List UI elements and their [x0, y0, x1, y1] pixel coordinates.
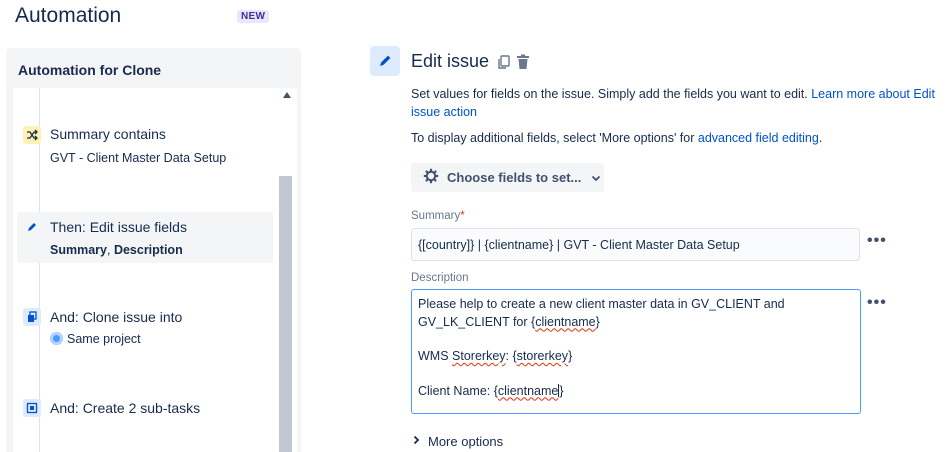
description-line: WMS Storerkey: {storerkey}: [418, 348, 854, 366]
description-line: Client Name: {clientname}: [418, 383, 854, 401]
rule-item-sub: Same project: [50, 332, 141, 346]
project-avatar-icon: [50, 332, 63, 345]
misspelled-word: clientname: [535, 314, 596, 329]
rule-item-subtasks[interactable]: And: Create 2 sub-tasks: [17, 392, 273, 428]
scroll-up-arrow-icon[interactable]: [283, 92, 291, 98]
copy-icon[interactable]: [497, 55, 511, 75]
summary-label: Summary*: [411, 210, 465, 222]
rule-item-sub: GVT - Client Master Data Setup: [50, 151, 227, 165]
new-badge: NEW: [237, 10, 270, 23]
page-title: Automation: [15, 4, 122, 27]
editor-title: Edit issue: [411, 51, 490, 71]
summary-label-text: Summary: [411, 210, 461, 222]
rule-list: Summary contains GVT - Client Master Dat…: [13, 88, 297, 452]
editor-description: Set values for fields on the issue. Simp…: [411, 85, 941, 121]
scrollbar-thumb[interactable]: [279, 176, 292, 452]
subtask-icon: [23, 399, 41, 417]
rule-item-sub: Summary, Description: [50, 243, 183, 257]
separator: ,: [106, 243, 114, 257]
description-label: Description: [411, 272, 469, 284]
rule-panel-title: Automation for Clone: [18, 62, 162, 78]
misspelled-word: storerkey: [516, 349, 569, 363]
field-summary: Summary: [50, 243, 107, 257]
advanced-hint: To display additional fields, select 'Mo…: [411, 131, 822, 145]
more-options-toggle[interactable]: More options: [413, 434, 503, 449]
choose-fields-button[interactable]: Choose fields to set...: [411, 163, 604, 192]
rule-item-label: And: Clone issue into: [50, 309, 183, 325]
text-part: : {: [505, 349, 517, 363]
summary-input[interactable]: {[country]} | {clientname} | GVT - Clien…: [411, 228, 860, 261]
text-part: }: [559, 383, 564, 398]
description-line: GV_LK_CLIENT for {clientname}: [418, 314, 854, 332]
rule-item-edit-issue[interactable]: Then: Edit issue fields Summary, Descrip…: [17, 212, 273, 263]
hint-text: To display additional fields, select 'Mo…: [411, 131, 698, 145]
chevron-down-icon: [591, 170, 601, 185]
text-part: }: [595, 314, 600, 329]
shuffle-icon: [23, 126, 41, 144]
text-part: Client Name: {: [418, 383, 498, 398]
description-more-icon[interactable]: •••: [867, 294, 887, 312]
misspelled-word: clientname: [497, 383, 559, 398]
rule-item-label: And: Create 2 sub-tasks: [50, 400, 201, 416]
clone-icon: [23, 308, 41, 326]
required-asterisk: *: [460, 210, 465, 222]
rule-item-condition[interactable]: Summary contains GVT - Client Master Dat…: [17, 118, 273, 174]
field-description: Description: [113, 243, 183, 257]
pencil-icon: [370, 46, 400, 76]
gear-icon: [423, 168, 439, 187]
choose-fields-label: Choose fields to set...: [447, 170, 582, 185]
description-textarea[interactable]: Please help to create a new client maste…: [411, 289, 861, 414]
text-part: WMS: [418, 349, 453, 363]
more-options-label: More options: [428, 434, 504, 449]
same-project-label: Same project: [67, 332, 141, 346]
text-part: }: [568, 349, 573, 363]
trash-icon[interactable]: [516, 54, 530, 75]
hint-end: .: [818, 131, 823, 145]
advanced-field-editing-link[interactable]: advanced field editing: [698, 131, 819, 145]
rule-item-clone[interactable]: And: Clone issue into Same project: [17, 302, 273, 358]
rule-item-label: Summary contains: [50, 126, 166, 142]
description-text: Set values for fields on the issue. Simp…: [411, 87, 812, 101]
rule-panel: Automation for Clone Summary contains GV…: [6, 48, 301, 452]
scrollbar[interactable]: [279, 88, 297, 452]
text-part: GV_LK_CLIENT for {: [418, 314, 536, 329]
misspelled-word: Storerkey: [452, 349, 506, 363]
rule-item-label: Then: Edit issue fields: [50, 219, 187, 235]
summary-more-icon[interactable]: •••: [867, 232, 887, 250]
pencil-icon: [23, 218, 41, 236]
chevron-right-icon: [413, 435, 420, 448]
description-line: Please help to create a new client maste…: [418, 297, 785, 311]
